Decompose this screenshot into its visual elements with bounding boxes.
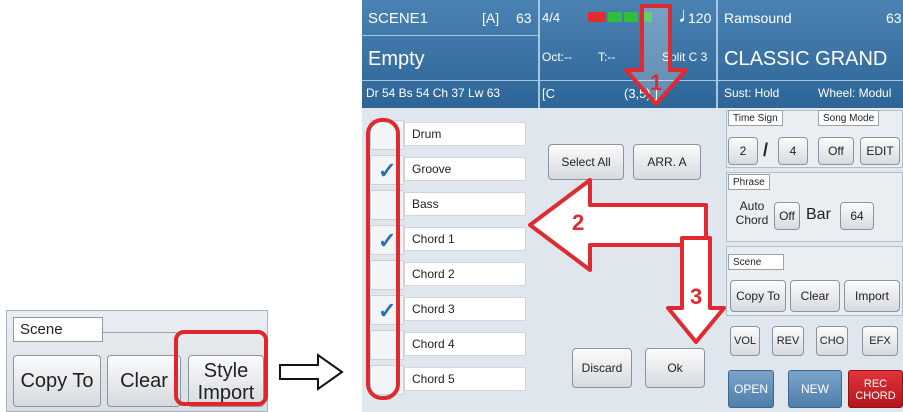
track-checkbox[interactable] [370,295,404,325]
track-checkbox[interactable] [370,260,404,290]
new-button[interactable]: NEW [788,370,842,408]
clear-button[interactable]: Clear [790,280,840,312]
status-divider [362,80,903,81]
bar-count-button[interactable]: 64 [840,202,874,230]
right-arrow-icon [279,353,344,391]
track-row-chord5[interactable]: Chord 5 [370,365,526,395]
track-checkbox[interactable] [370,225,404,255]
style-import-highlight [174,330,268,406]
annotation-number-3: 3 [690,284,703,309]
song-mode-label: Song Mode [818,110,880,126]
auto-chord-label-line1: Auto [739,199,765,213]
track-row-bass[interactable]: Bass [370,190,526,220]
track-checkbox[interactable] [370,120,404,150]
chorus-button[interactable]: CHO [816,326,848,356]
track-row-chord1[interactable]: Chord 1 [370,225,526,255]
status-divider [538,0,540,108]
track-name: Chord 5 [404,367,526,391]
time-sign-denominator[interactable]: 4 [778,137,808,165]
scene-section-label: Scene [13,317,103,342]
track-name: Bass [404,192,526,216]
copy-to-button[interactable]: Copy To [13,355,101,407]
annotation-number-2: 2 [572,210,585,235]
mix-levels: Dr 54 Bs 54 Ch 37 Lw 63 [366,86,501,100]
track-row-chord2[interactable]: Chord 2 [370,260,526,290]
tempo-value: 120 [688,10,712,26]
phrase-label: Phrase [728,174,770,190]
track-row-chord3[interactable]: Chord 3 [370,295,526,325]
track-checkbox[interactable] [370,155,404,185]
sustain-mode: Sust: Hold [724,86,780,100]
level-meter [588,12,652,22]
open-button[interactable]: OPEN [728,370,774,408]
split-point: Split C 3 [662,50,708,64]
auto-chord-label: Auto Chord [732,199,772,227]
arrangement-a-button[interactable]: ARR. A [633,144,701,180]
voice-name: CLASSIC GRAND [724,48,888,70]
time-sign-slash: / [763,140,769,160]
scene-title: Empty [368,48,425,70]
discard-button[interactable]: Discard [572,348,632,388]
track-name: Chord 3 [404,297,526,321]
reverb-button[interactable]: REV [772,326,804,356]
main-body: Drum Groove Bass Chord 1 Chord 2 Chord 3 [362,110,903,412]
voice-bank: Ramsound [724,10,792,26]
track-name: Groove [404,157,526,181]
bar-label: Bar [806,206,831,223]
scene-number: 63 [516,10,532,26]
auto-chord-toggle[interactable]: Off [774,202,800,230]
track-row-drum[interactable]: Drum [370,120,526,150]
track-checkbox[interactable] [370,330,404,360]
track-checkbox[interactable] [370,190,404,220]
clear-button[interactable]: Clear [107,355,181,407]
select-all-button[interactable]: Select All [548,144,624,180]
time-sign-numerator[interactable]: 2 [728,137,758,165]
style-import-screen: SCENE1 [A] 63 Empty Dr 54 Bs 54 Ch 37 Lw… [362,0,903,412]
track-row-chord4[interactable]: Chord 4 [370,330,526,360]
time-sign-label: Time Sign [728,110,783,126]
octave: Oct:-- [542,50,572,64]
voice-program: 63 [886,10,902,26]
scene-label: Scene [728,254,784,270]
scene-name: SCENE1 [368,10,429,27]
track-row-groove[interactable]: Groove [370,155,526,185]
track-checkbox[interactable] [370,365,404,395]
scene-bank: [A] [482,10,500,26]
transpose: T:-- [598,50,616,64]
song-mode-toggle[interactable]: Off [818,137,854,165]
track-name: Drum [404,122,526,146]
record-chord-label-line1: REC [863,378,888,390]
track-name: Chord 1 [404,227,526,251]
track-name: Chord 2 [404,262,526,286]
time-signature: 4/4 [542,10,561,25]
volume-button[interactable]: VOL [730,326,760,356]
annotation-number-1: 1 [650,70,663,95]
track-name: Chord 4 [404,332,526,356]
wheel-mode: Wheel: Modul [818,86,892,100]
status-bar: SCENE1 [A] 63 Empty Dr 54 Bs 54 Ch 37 Lw… [362,0,903,108]
edit-button[interactable]: EDIT [860,137,900,165]
chord-display: [C [542,86,555,101]
effects-button[interactable]: EFX [862,326,898,356]
style-import-button[interactable]: Import [844,280,900,312]
auto-chord-label-line2: Chord [735,213,769,227]
record-chord-button[interactable]: REC CHORD [848,370,903,408]
status-divider [362,35,538,36]
copy-to-button[interactable]: Copy To [730,280,786,312]
record-chord-label-line2: CHORD [855,390,896,402]
ok-button[interactable]: Ok [645,348,705,388]
status-divider [716,0,718,108]
